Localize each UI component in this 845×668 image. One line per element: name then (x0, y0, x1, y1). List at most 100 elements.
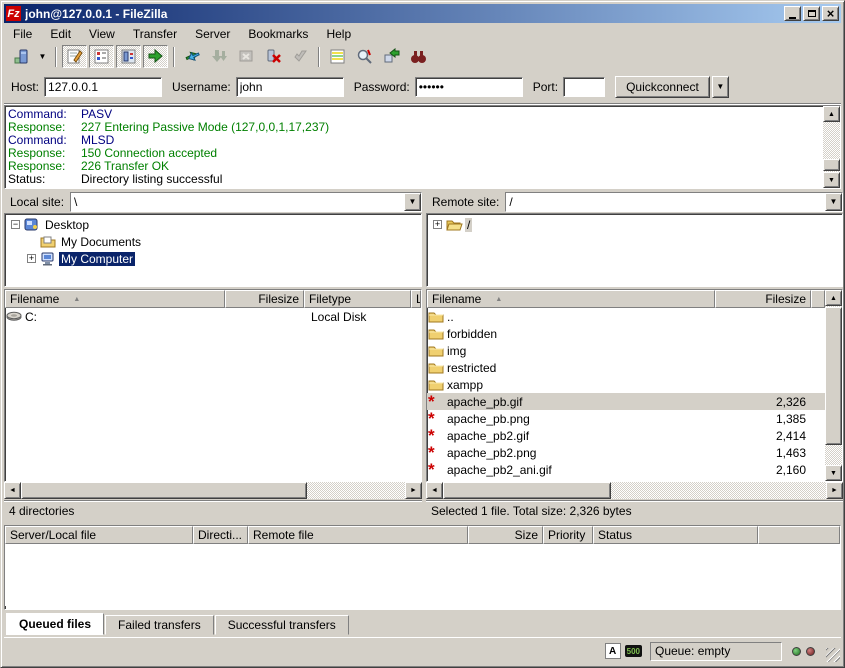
local-directory-tree[interactable]: − Desktop My Documents + My Computer (4, 213, 422, 287)
remote-horizontal-scrollbar[interactable]: ◄ ► (426, 482, 843, 499)
queue-column-direction[interactable]: Directi... (193, 526, 248, 544)
titlebar[interactable]: Fz john@127.0.0.1 - FileZilla × (4, 4, 841, 23)
remote-file-row[interactable]: restricted (427, 359, 825, 376)
maximize-button[interactable] (803, 6, 820, 21)
scrollbar-thumb[interactable] (443, 482, 611, 499)
queue-column-server-local-file[interactable]: Server/Local file (5, 526, 193, 544)
tree-item-my-documents[interactable]: My Documents (5, 233, 421, 250)
scrollbar-thumb[interactable] (823, 159, 840, 171)
tree-item-my-computer[interactable]: + My Computer (5, 250, 421, 267)
menu-transfer[interactable]: Transfer (124, 25, 186, 43)
message-log[interactable]: Command:PASV Response:227 Entering Passi… (4, 105, 841, 189)
folder-icon (428, 378, 445, 392)
queue-column-remote-file[interactable]: Remote file (248, 526, 468, 544)
expand-icon[interactable]: + (27, 254, 36, 263)
remote-site-dropdown[interactable]: ▼ (825, 193, 842, 211)
directory-comparison-button[interactable] (325, 45, 350, 68)
minimize-button[interactable] (784, 6, 801, 21)
remote-file-list[interactable]: Filename▲ Filesize .. forbidden img rest… (426, 289, 843, 482)
tab-successful-transfers[interactable]: Successful transfers (215, 615, 349, 635)
scroll-up-button[interactable]: ▲ (823, 106, 840, 122)
username-input[interactable] (236, 77, 344, 97)
queue-column-priority[interactable]: Priority (543, 526, 593, 544)
scrollbar-thumb[interactable] (825, 307, 842, 445)
column-header-filetype[interactable]: Filetype (304, 290, 411, 308)
remote-file-row[interactable]: *apache_pb2.png 1,463 (427, 444, 825, 461)
quickconnect-button[interactable]: Quickconnect (615, 76, 710, 98)
log-vertical-scrollbar[interactable]: ▲ ▼ (823, 106, 840, 188)
host-input[interactable] (44, 77, 162, 97)
menu-view[interactable]: View (80, 25, 124, 43)
local-file-row[interactable]: C: Local Disk (5, 308, 421, 325)
column-header-filename[interactable]: Filename▲ (427, 290, 715, 308)
tab-failed-transfers[interactable]: Failed transfers (105, 615, 214, 635)
remote-file-row[interactable]: *apache_pb.png 1,385 (427, 410, 825, 427)
remote-file-row[interactable]: img (427, 342, 825, 359)
quickconnect-dropdown[interactable]: ▼ (712, 76, 729, 98)
synchronized-browsing-button[interactable] (379, 45, 404, 68)
menu-help[interactable]: Help (317, 25, 360, 43)
site-manager-button[interactable] (8, 45, 33, 68)
column-header-filesize[interactable]: Filesize (715, 290, 811, 308)
tab-queued-files[interactable]: Queued files (6, 613, 104, 635)
window-title: john@127.0.0.1 - FileZilla (25, 7, 784, 21)
local-status-text: 4 directories (4, 500, 422, 521)
scrollbar-thumb[interactable] (21, 482, 307, 499)
resize-grip[interactable] (826, 648, 840, 662)
toggle-message-log-button[interactable] (62, 45, 87, 68)
remote-file-row[interactable]: *apache_pb2.gif 2,414 (427, 427, 825, 444)
remote-list-vertical-scrollbar[interactable]: ▲ ▼ (825, 290, 842, 481)
local-file-list[interactable]: Filename▲ Filesize Filetype L C: Local D… (4, 289, 422, 482)
remote-file-row[interactable]: .. (427, 308, 825, 325)
toggle-transfer-queue-button[interactable] (143, 45, 168, 68)
scroll-up-button[interactable]: ▲ (825, 290, 842, 306)
toggle-remote-tree-button[interactable] (116, 45, 141, 68)
cancel-operation-button[interactable] (234, 45, 259, 68)
local-site-combo[interactable]: ▼ (70, 192, 422, 212)
remote-site-input[interactable] (506, 193, 825, 211)
remote-file-row[interactable]: forbidden (427, 325, 825, 342)
expand-icon[interactable]: + (433, 220, 442, 229)
transfer-queue[interactable]: Server/Local file Directi... Remote file… (4, 525, 841, 610)
remote-file-row[interactable]: *apache_pb2_ani.gif 2,160 (427, 461, 825, 478)
abort-button[interactable] (288, 45, 313, 68)
local-site-input[interactable] (71, 193, 404, 211)
menu-file[interactable]: File (4, 25, 41, 43)
scroll-right-button[interactable]: ► (405, 482, 422, 499)
menu-bookmarks[interactable]: Bookmarks (239, 25, 317, 43)
filezilla-logo-icon: Fz (6, 6, 21, 21)
remote-file-row-selected[interactable]: *apache_pb.gif 2,326 (427, 393, 825, 410)
process-queue-button[interactable] (207, 45, 232, 68)
column-header-clipped[interactable]: L (411, 290, 421, 308)
port-input[interactable] (563, 77, 605, 97)
collapse-icon[interactable]: − (11, 220, 20, 229)
local-horizontal-scrollbar[interactable]: ◄ ► (4, 482, 422, 499)
column-header-filename[interactable]: Filename▲ (5, 290, 225, 308)
tree-item-root[interactable]: + / (427, 216, 842, 233)
scroll-left-button[interactable]: ◄ (426, 482, 443, 499)
scroll-left-button[interactable]: ◄ (4, 482, 21, 499)
filename-filters-button[interactable] (352, 45, 377, 68)
tree-item-desktop[interactable]: − Desktop (5, 216, 421, 233)
remote-site-combo[interactable]: ▼ (505, 192, 843, 212)
column-header-filesize[interactable]: Filesize (225, 290, 304, 308)
abort-icon (292, 48, 309, 65)
remote-directory-tree[interactable]: + / (426, 213, 843, 287)
toggle-local-tree-button[interactable] (89, 45, 114, 68)
menu-server[interactable]: Server (186, 25, 239, 43)
queue-column-status[interactable]: Status (593, 526, 758, 544)
local-site-dropdown[interactable]: ▼ (404, 193, 421, 211)
scroll-right-button[interactable]: ► (826, 482, 843, 499)
scroll-down-button[interactable]: ▼ (823, 172, 840, 188)
find-files-button[interactable] (406, 45, 431, 68)
remote-file-row[interactable]: xampp (427, 376, 825, 393)
site-manager-dropdown[interactable]: ▼ (35, 45, 50, 68)
refresh-button[interactable] (180, 45, 205, 68)
password-input[interactable] (415, 77, 523, 97)
queue-column-size[interactable]: Size (468, 526, 543, 544)
port-label: Port: (533, 80, 558, 94)
scroll-down-button[interactable]: ▼ (825, 465, 842, 481)
close-button[interactable]: × (822, 6, 839, 21)
disconnect-button[interactable] (261, 45, 286, 68)
menu-edit[interactable]: Edit (41, 25, 80, 43)
